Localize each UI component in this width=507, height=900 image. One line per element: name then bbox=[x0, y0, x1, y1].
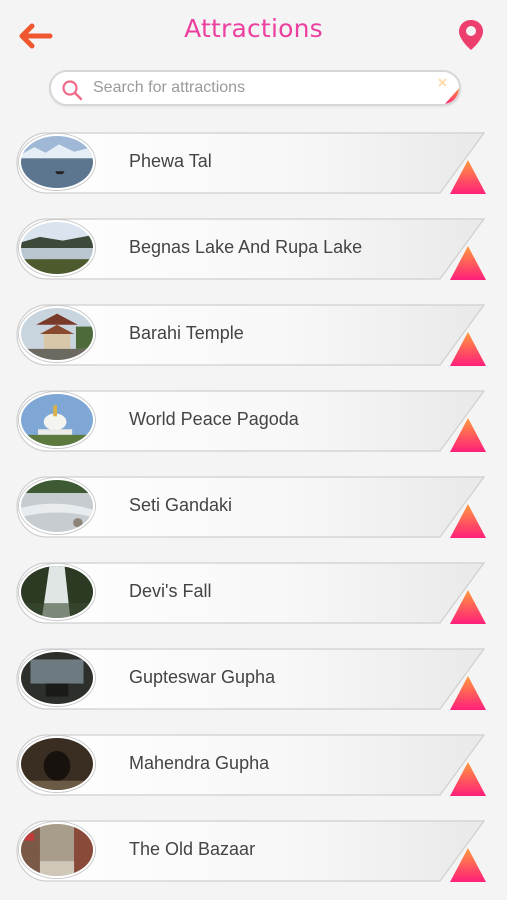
list-item[interactable]: Gupteswar Gupha bbox=[16, 648, 488, 710]
triangle-icon bbox=[450, 848, 486, 882]
lake-photo bbox=[19, 134, 95, 190]
item-label: Gupteswar Gupha bbox=[129, 667, 276, 687]
triangle-icon bbox=[450, 676, 486, 710]
location-button[interactable] bbox=[457, 18, 485, 52]
app-header: Attractions bbox=[0, 0, 507, 64]
list-item[interactable]: Seti Gandaki bbox=[16, 476, 488, 538]
cave-photo bbox=[19, 736, 95, 792]
lake-photo bbox=[19, 220, 95, 276]
bazaar-photo bbox=[19, 822, 95, 878]
list-item[interactable]: Phewa Tal bbox=[16, 132, 488, 194]
list-item[interactable]: Begnas Lake And Rupa Lake bbox=[16, 218, 488, 280]
item-label: Begnas Lake And Rupa Lake bbox=[129, 237, 363, 257]
search-input[interactable] bbox=[93, 76, 433, 100]
triangle-icon bbox=[450, 418, 486, 452]
stupa-photo bbox=[19, 392, 95, 448]
triangle-icon bbox=[450, 504, 486, 538]
cave-photo bbox=[19, 650, 95, 706]
triangle-icon bbox=[450, 590, 486, 624]
map-pin-icon bbox=[459, 20, 483, 50]
item-label: Phewa Tal bbox=[129, 151, 212, 171]
item-label: Barahi Temple bbox=[129, 323, 244, 343]
page-title: Attractions bbox=[184, 14, 323, 43]
search-icon bbox=[62, 80, 83, 101]
temple-photo bbox=[19, 306, 95, 362]
list-item[interactable]: World Peace Pagoda bbox=[16, 390, 488, 452]
list-item[interactable]: Devi's Fall bbox=[16, 562, 488, 624]
clear-search-icon[interactable] bbox=[431, 76, 461, 106]
list-item[interactable]: Barahi Temple bbox=[16, 304, 488, 366]
list-item[interactable]: Mahendra Gupha bbox=[16, 734, 488, 796]
river-photo bbox=[19, 478, 95, 534]
item-label: The Old Bazaar bbox=[129, 839, 256, 859]
item-label: Devi's Fall bbox=[129, 581, 212, 601]
triangle-icon bbox=[450, 246, 486, 280]
item-label: World Peace Pagoda bbox=[129, 409, 299, 429]
list-item[interactable]: The Old Bazaar bbox=[16, 820, 488, 882]
triangle-icon bbox=[450, 332, 486, 366]
triangle-icon bbox=[450, 160, 486, 194]
triangle-icon bbox=[450, 762, 486, 796]
item-label: Seti Gandaki bbox=[129, 495, 233, 515]
waterfall-photo bbox=[19, 564, 95, 620]
item-label: Mahendra Gupha bbox=[129, 753, 270, 773]
search-bar[interactable] bbox=[49, 70, 461, 106]
